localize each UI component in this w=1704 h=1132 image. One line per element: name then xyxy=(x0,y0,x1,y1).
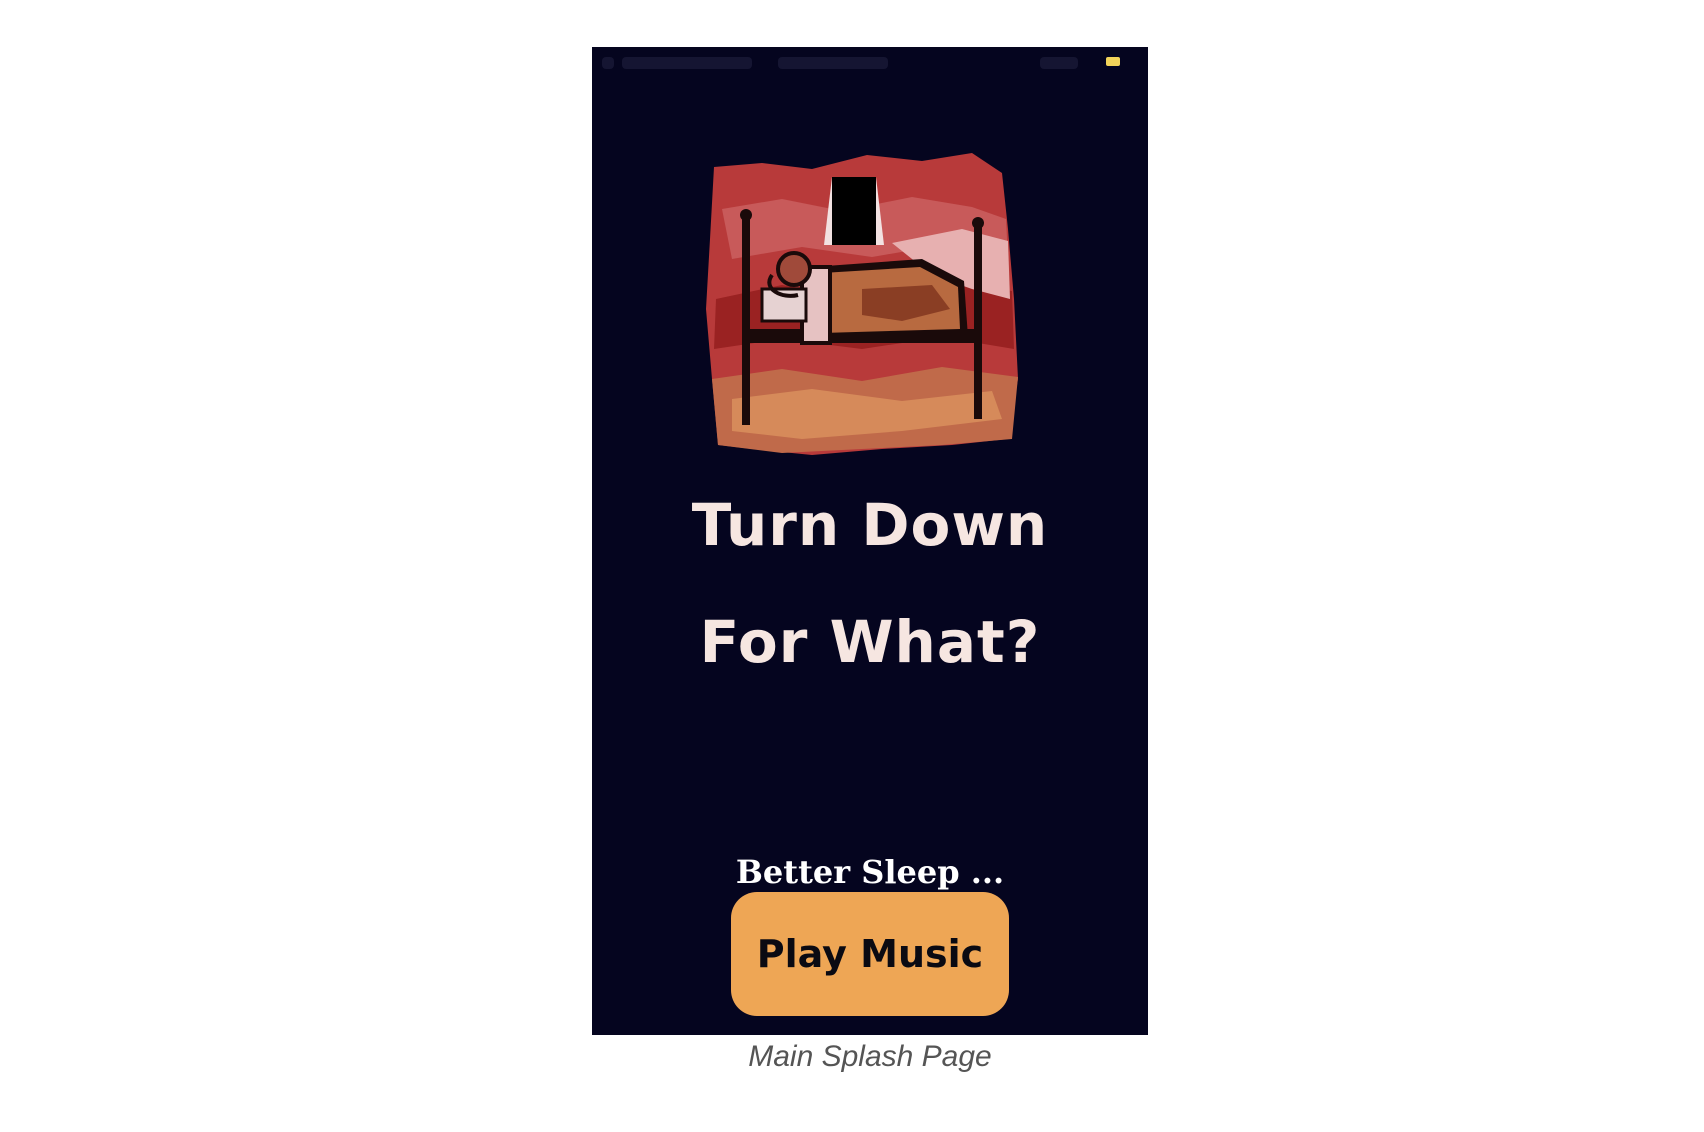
status-bar xyxy=(592,47,1148,77)
phone-screen: Turn Down For What? Better Sleep ... Pla… xyxy=(592,47,1148,1035)
status-indicators xyxy=(1040,57,1078,69)
signal-icon xyxy=(602,57,614,69)
play-music-button[interactable]: Play Music xyxy=(731,892,1009,1016)
carrier-text xyxy=(622,57,752,69)
page: Turn Down For What? Better Sleep ... Pla… xyxy=(0,0,1704,1132)
sleeping-bed-illustration xyxy=(706,153,1018,455)
battery-icon xyxy=(1106,57,1120,66)
app-title-line2: For What? xyxy=(699,608,1041,676)
tagline: Better Sleep ... xyxy=(735,853,1005,891)
app-title-line1: Turn Down xyxy=(691,491,1049,559)
clock-text xyxy=(778,57,888,69)
figure-caption: Main Splash Page xyxy=(748,1040,992,1073)
